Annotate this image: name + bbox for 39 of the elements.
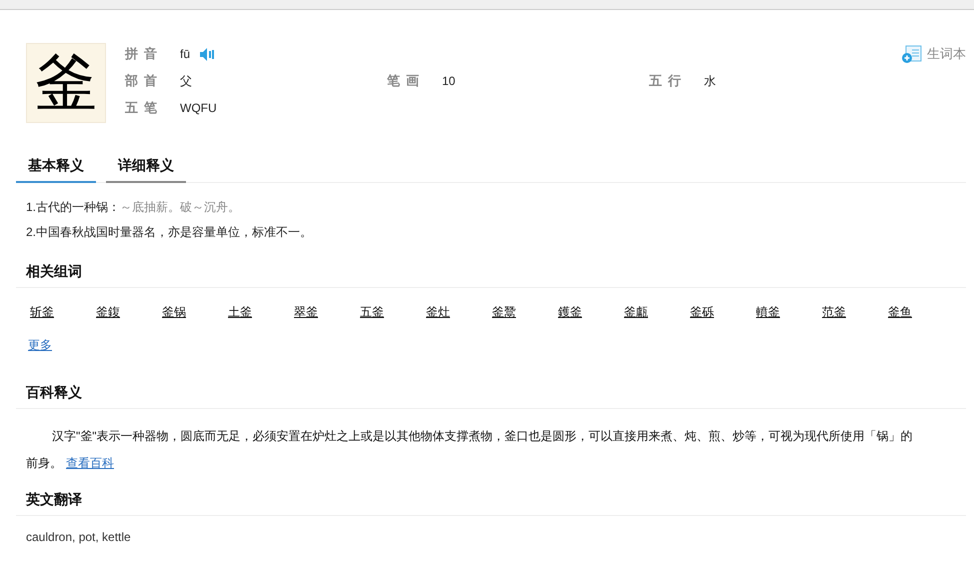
related-word-link[interactable]: 釜灶 [426,304,492,321]
info-value: 水 [704,72,716,90]
info-label: 笔画 [387,72,426,90]
related-word-link[interactable]: 轒釜 [756,304,822,321]
related-word-link[interactable]: 釜甗 [624,304,690,321]
related-word-link[interactable]: 斩釜 [30,304,96,321]
more-link[interactable]: 更多 [28,337,52,354]
related-word-link[interactable]: 釜鍑 [96,304,162,321]
section-heading: 相关组词 [16,263,966,288]
info-value: 父 [180,72,192,90]
section-heading: 百科释义 [16,384,966,409]
english-translation: cauldron, pot, kettle [25,529,132,544]
related-word-link[interactable]: 翠釜 [294,304,360,321]
section-heading: 英文翻译 [16,491,966,516]
tab[interactable]: 基本释义 [16,157,96,183]
info-label: 五行 [649,72,688,90]
tab[interactable]: 详细释义 [106,157,186,183]
definition-text: 2.中国春秋战国时量器名，亦是容量单位，标准不一。 [26,224,314,241]
related-word-link[interactable]: 釜砾 [690,304,756,321]
related-word-link[interactable]: 釜鬵 [492,304,558,321]
info-label: 部首 [125,72,164,90]
speaker-icon[interactable] [200,48,214,60]
related-word-link[interactable]: 五釜 [360,304,426,321]
related-word-link[interactable]: 釜锅 [162,304,228,321]
info-value: fū [180,47,190,61]
related-word-link[interactable]: 釜鱼 [888,304,954,321]
character-display: 釜 [26,43,106,123]
definition-text: 1.古代的一种锅：～底抽薪。破～沉舟。 [26,199,242,216]
view-encyclopedia-link[interactable]: 查看百科 [66,456,114,470]
encyclopedia-paragraph: 汉字"釜"表示一种器物，圆底而无足，必须安置在炉灶之上或是以其他物体支撑煮物，釜口也是圆形，可以直接用来煮、炖、煎、炒等，可视为现代所使用「锅」的前身。 查看百科 [25,428,914,472]
notebook-add-icon [901,45,923,63]
info-value: WQFU [180,101,217,115]
related-word-link[interactable]: 鑊釜 [558,304,624,321]
info-label: 拼音 [125,45,164,63]
info-value: 10 [442,74,456,88]
info-label: 五笔 [125,99,164,117]
related-word-link[interactable]: 范釜 [822,304,888,321]
related-word-link[interactable]: 土釜 [228,304,294,321]
wordbook-link[interactable]: 生词本 [901,45,966,63]
